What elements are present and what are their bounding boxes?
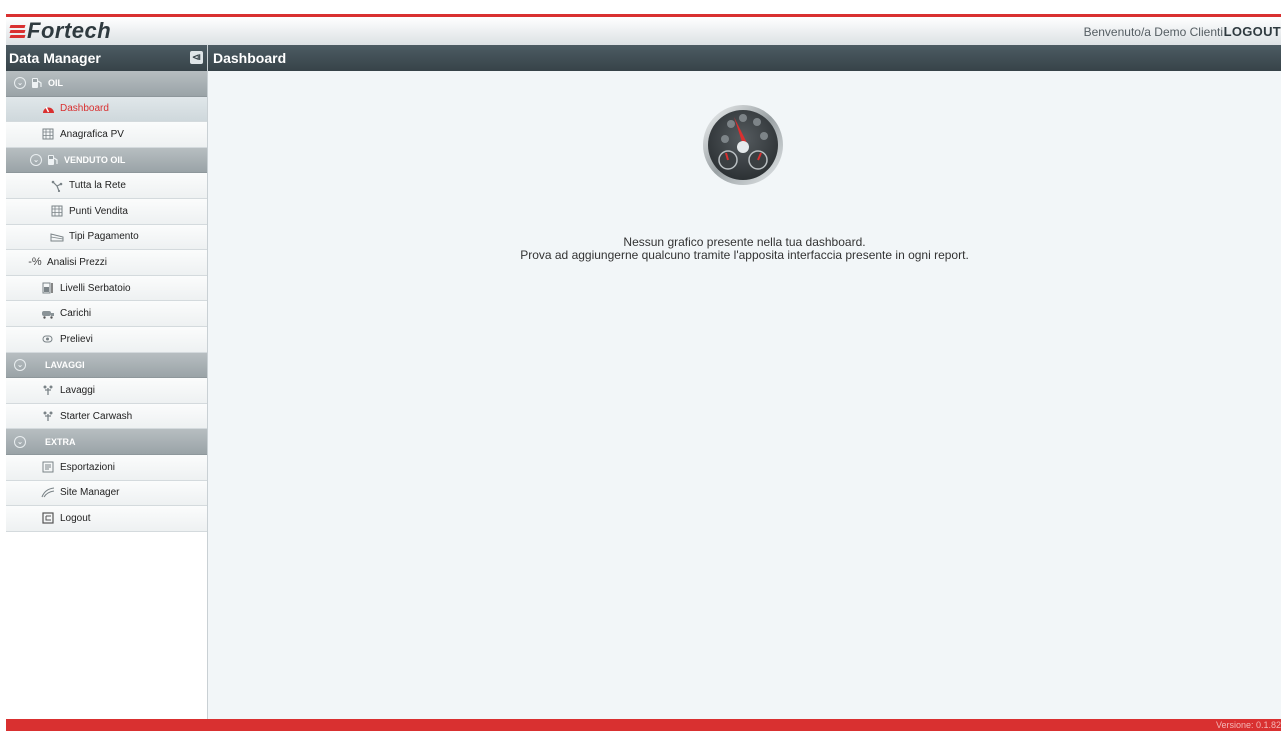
sidebar-item-label: VENDUTO OIL	[64, 155, 126, 166]
sidebar-item-label: Livelli Serbatoio	[60, 282, 131, 294]
sidebar-item-prelievi[interactable]: Prelievi	[6, 326, 207, 353]
sidebar-item-anagrafica-pv[interactable]: Anagrafica PV	[6, 122, 207, 148]
collapse-left-icon: ⧏	[192, 52, 201, 62]
nozzle-icon	[41, 333, 55, 345]
sidebar-item-lavaggi[interactable]: Lavaggi	[6, 378, 207, 404]
sidebar-title: Data Manager	[9, 50, 101, 66]
sidebar-section-extra[interactable]: ⌄ EXTRA	[6, 429, 207, 455]
percent-icon: -%	[28, 256, 42, 269]
sidebar-menu: ⌄ OIL Dashboard Anagrafica PV ⌄ VENDUTO …	[6, 71, 207, 532]
sidebar-item-label: Tutta la Rete	[69, 180, 126, 192]
empty-dashboard-message: Nessun grafico presente nella tua dashbo…	[208, 236, 1281, 262]
sidebar-item-label: Starter Carwash	[60, 410, 133, 422]
top-header: Fortech Benvenuto/a Demo Clienti LOGOUT	[6, 14, 1281, 45]
sidebar-item-site-manager[interactable]: Site Manager	[6, 480, 207, 507]
sidebar-item-label: Anagrafica PV	[60, 128, 124, 140]
sidebar-item-label: Analisi Prezzi	[47, 256, 108, 268]
sidebar-section-lavaggi[interactable]: ⌄ LAVAGGI	[6, 352, 207, 379]
dashboard-content: Nessun grafico presente nella tua dashbo…	[208, 71, 1281, 719]
sidebar-item-logout[interactable]: Logout	[6, 506, 207, 532]
sidebar-item-label: Site Manager	[60, 487, 120, 499]
welcome-text: Benvenuto/a Demo Clienti	[1083, 25, 1223, 39]
truck-icon	[41, 308, 55, 320]
sidebar-item-label: Esportazioni	[60, 461, 116, 473]
fuel-pump-icon	[46, 154, 60, 166]
sidebar-section-oil[interactable]: ⌄ OIL	[6, 71, 207, 97]
chevron-down-icon: ⌄	[14, 77, 26, 90]
sidebar-item-label: Lavaggi	[60, 384, 96, 396]
fuel-pump-icon	[30, 77, 44, 89]
network-icon	[50, 180, 64, 192]
brand-logo: Fortech	[9, 18, 112, 43]
sidebar-item-label: LAVAGGI	[45, 359, 85, 370]
brand-name: Fortech	[27, 18, 112, 43]
footer-bar: Versione: 0.1.82	[6, 719, 1281, 731]
logout-link[interactable]: LOGOUT	[1224, 24, 1281, 39]
tank-level-icon	[41, 282, 55, 294]
sidebar-item-esportazioni[interactable]: Esportazioni	[6, 454, 207, 481]
sidebar-item-carichi[interactable]: Carichi	[6, 301, 207, 327]
card-icon	[50, 231, 64, 243]
sidebar-item-dashboard[interactable]: Dashboard	[6, 96, 207, 123]
sidebar-item-analisi-prezzi[interactable]: -% Analisi Prezzi	[6, 250, 207, 276]
empty-message-line-2: Prova ad aggiungerne qualcuno tramite l'…	[520, 248, 969, 262]
sidebar: Data Manager ⧏ ⌄ OIL Dashboard Anagrafic…	[6, 45, 208, 719]
carwash-icon	[41, 410, 55, 422]
page-title: Dashboard	[213, 50, 287, 66]
sidebar-item-starter-carwash[interactable]: Starter Carwash	[6, 403, 207, 430]
chevron-down-icon: ⌄	[14, 358, 26, 371]
sidebar-item-punti-vendita[interactable]: Punti Vendita	[6, 198, 207, 225]
brand-mark-icon	[9, 24, 26, 38]
chevron-down-icon: ⌄	[30, 154, 42, 167]
carwash-icon	[41, 384, 55, 396]
chevron-down-icon: ⌄	[14, 435, 26, 448]
sidebar-header: Data Manager ⧏	[6, 45, 207, 71]
export-icon	[41, 461, 55, 473]
sidebar-section-venduto-oil[interactable]: ⌄ VENDUTO OIL	[6, 147, 207, 174]
sidebar-item-tutta-la-rete[interactable]: Tutta la Rete	[6, 173, 207, 199]
app-window: Fortech Benvenuto/a Demo Clienti LOGOUT …	[6, 14, 1281, 731]
page-title-bar: Dashboard	[208, 45, 1281, 71]
sidebar-item-label: Dashboard	[60, 103, 109, 115]
sidebar-item-label: OIL	[48, 78, 63, 89]
sidebar-item-label: Punti Vendita	[69, 205, 128, 217]
logout-icon	[41, 512, 55, 524]
calendar-grid-icon	[50, 205, 64, 217]
sidebar-item-label: Tipi Pagamento	[69, 231, 139, 243]
sidebar-item-tipi-pagamento[interactable]: Tipi Pagamento	[6, 224, 207, 251]
version-label: Versione: 0.1.82	[1215, 720, 1281, 730]
sidebar-item-livelli-serbatoio[interactable]: Livelli Serbatoio	[6, 275, 207, 302]
dashboard-gauge-icon	[703, 105, 783, 185]
sidebar-item-label: Logout	[60, 512, 91, 524]
calendar-grid-icon	[41, 128, 55, 140]
sidebar-item-label: EXTRA	[45, 436, 76, 447]
site-manager-icon	[41, 487, 55, 499]
speedometer-icon	[41, 103, 55, 115]
sidebar-item-label: Prelievi	[60, 333, 93, 345]
collapse-sidebar-button[interactable]: ⧏	[190, 51, 203, 64]
sidebar-item-label: Carichi	[60, 308, 92, 320]
